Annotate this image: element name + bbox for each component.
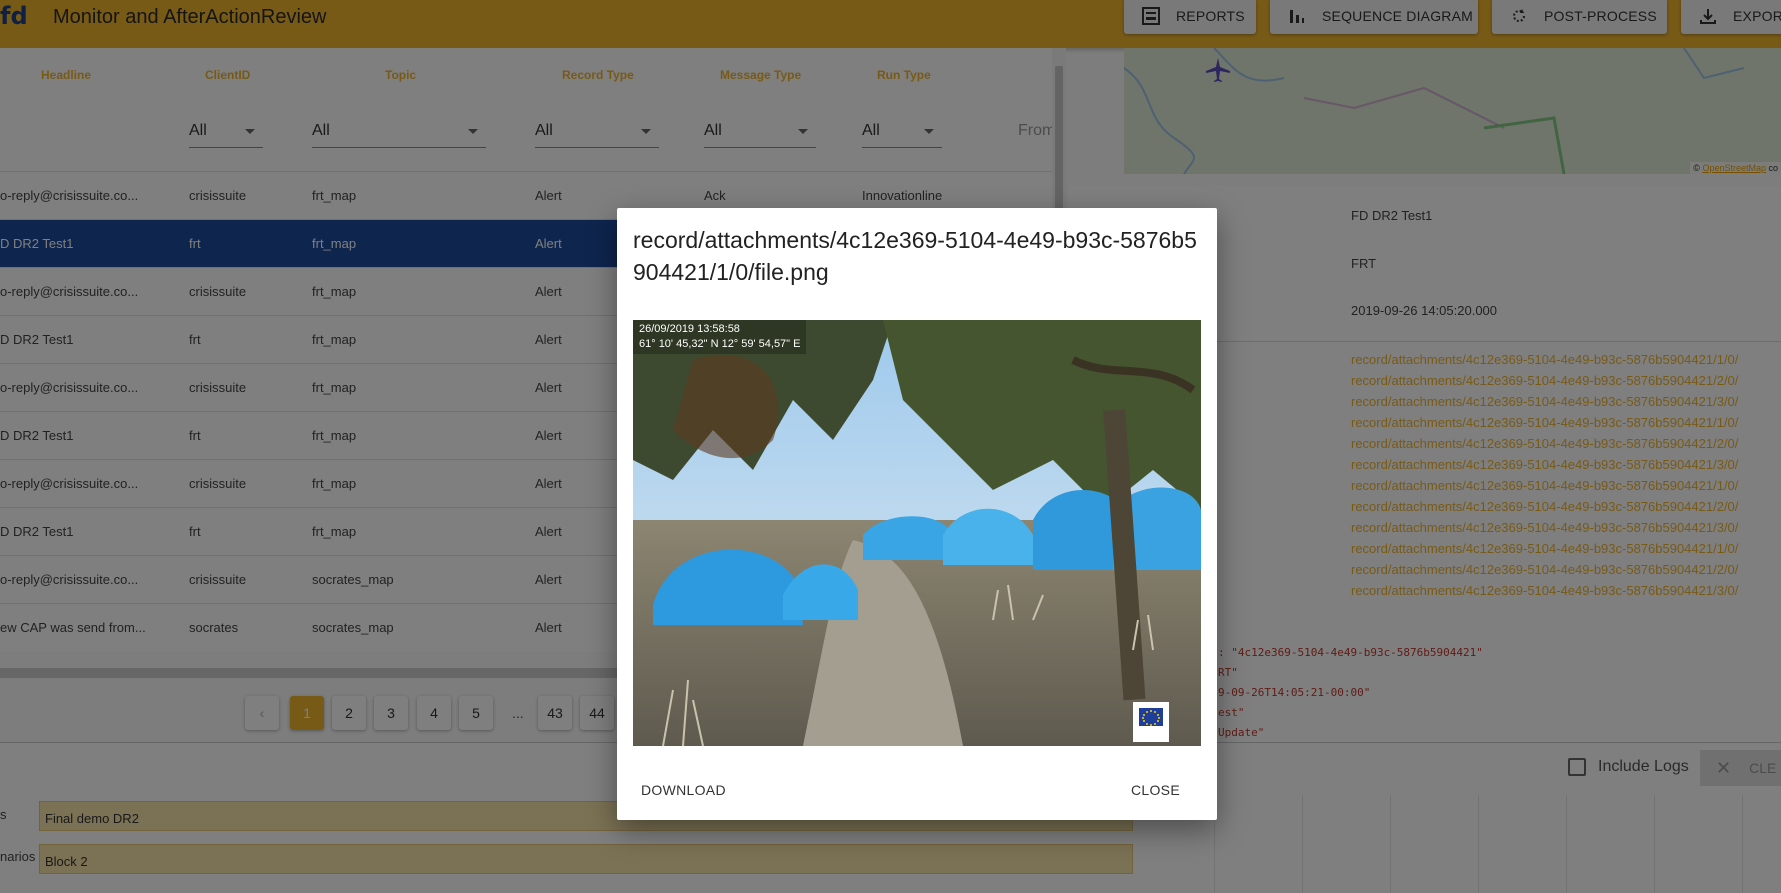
image-caption-coords: 61° 10' 45,32" N 12° 59' 54,57" E <box>639 338 801 350</box>
close-button[interactable]: CLOSE <box>1123 776 1188 804</box>
image-caption-date: 26/09/2019 13:58:58 <box>639 323 740 335</box>
dialog-title: record/attachments/4c12e369-5104-4e49-b9… <box>633 227 1197 285</box>
attachment-dialog: record/attachments/4c12e369-5104-4e49-b9… <box>617 208 1217 820</box>
forest-camp-scene <box>633 320 1201 746</box>
eu-logo <box>1133 702 1169 742</box>
download-button[interactable]: DOWNLOAD <box>633 776 734 804</box>
attachment-image: 26/09/2019 13:58:58 61° 10' 45,32" N 12°… <box>633 320 1201 746</box>
image-timestamp-overlay: 26/09/2019 13:58:58 61° 10' 45,32" N 12°… <box>633 320 807 354</box>
